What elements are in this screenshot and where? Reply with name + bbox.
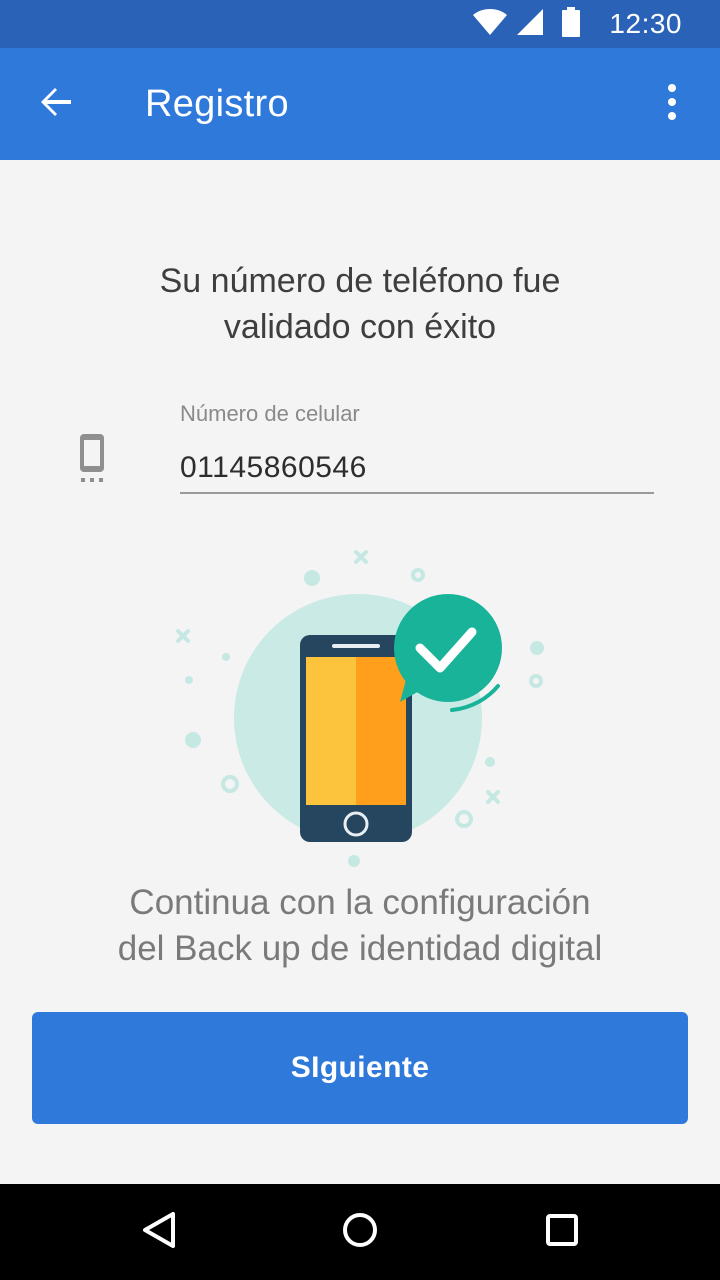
status-icons — [472, 6, 580, 42]
phone-verified-illustration — [160, 540, 560, 880]
status-bar: 12:30 — [0, 0, 720, 48]
page-title: Registro — [145, 83, 289, 125]
navigation-bar — [0, 1184, 720, 1280]
signal-icon — [516, 8, 544, 41]
status-time: 12:30 — [609, 8, 682, 39]
next-button[interactable]: SIguiente — [32, 1012, 688, 1124]
back-button[interactable] — [32, 80, 80, 128]
continue-message: Continua con la configuración del Back u… — [40, 880, 680, 972]
phone-number-label: Número de celular — [180, 401, 360, 426]
continue-message-line1: Continua con la configuración — [129, 883, 591, 922]
phone-number-field[interactable]: Número de celular 01145860546 — [180, 398, 654, 494]
continue-message-line2: del Back up de identidad digital — [117, 929, 603, 968]
battery-icon — [562, 6, 580, 42]
nav-back-button[interactable] — [135, 1208, 183, 1256]
overflow-menu-button[interactable] — [648, 80, 696, 128]
nav-back-icon — [139, 1210, 179, 1255]
nav-home-icon — [340, 1210, 380, 1255]
arrow-back-icon — [38, 84, 74, 125]
app-bar: Registro — [0, 48, 720, 160]
smartphone-icon — [78, 432, 106, 484]
nav-home-button[interactable] — [336, 1208, 384, 1256]
nav-recents-icon — [542, 1210, 582, 1255]
wifi-icon — [472, 8, 508, 41]
phone-number-input[interactable]: 01145860546 — [180, 448, 654, 494]
validation-message-line2: validado con éxito — [223, 308, 497, 346]
validation-message-line1: Su número de teléfono fue — [159, 262, 561, 300]
more-vert-icon — [666, 83, 678, 125]
validation-message: Su número de teléfono fue validado con é… — [60, 258, 660, 350]
nav-recents-button[interactable] — [538, 1208, 586, 1256]
